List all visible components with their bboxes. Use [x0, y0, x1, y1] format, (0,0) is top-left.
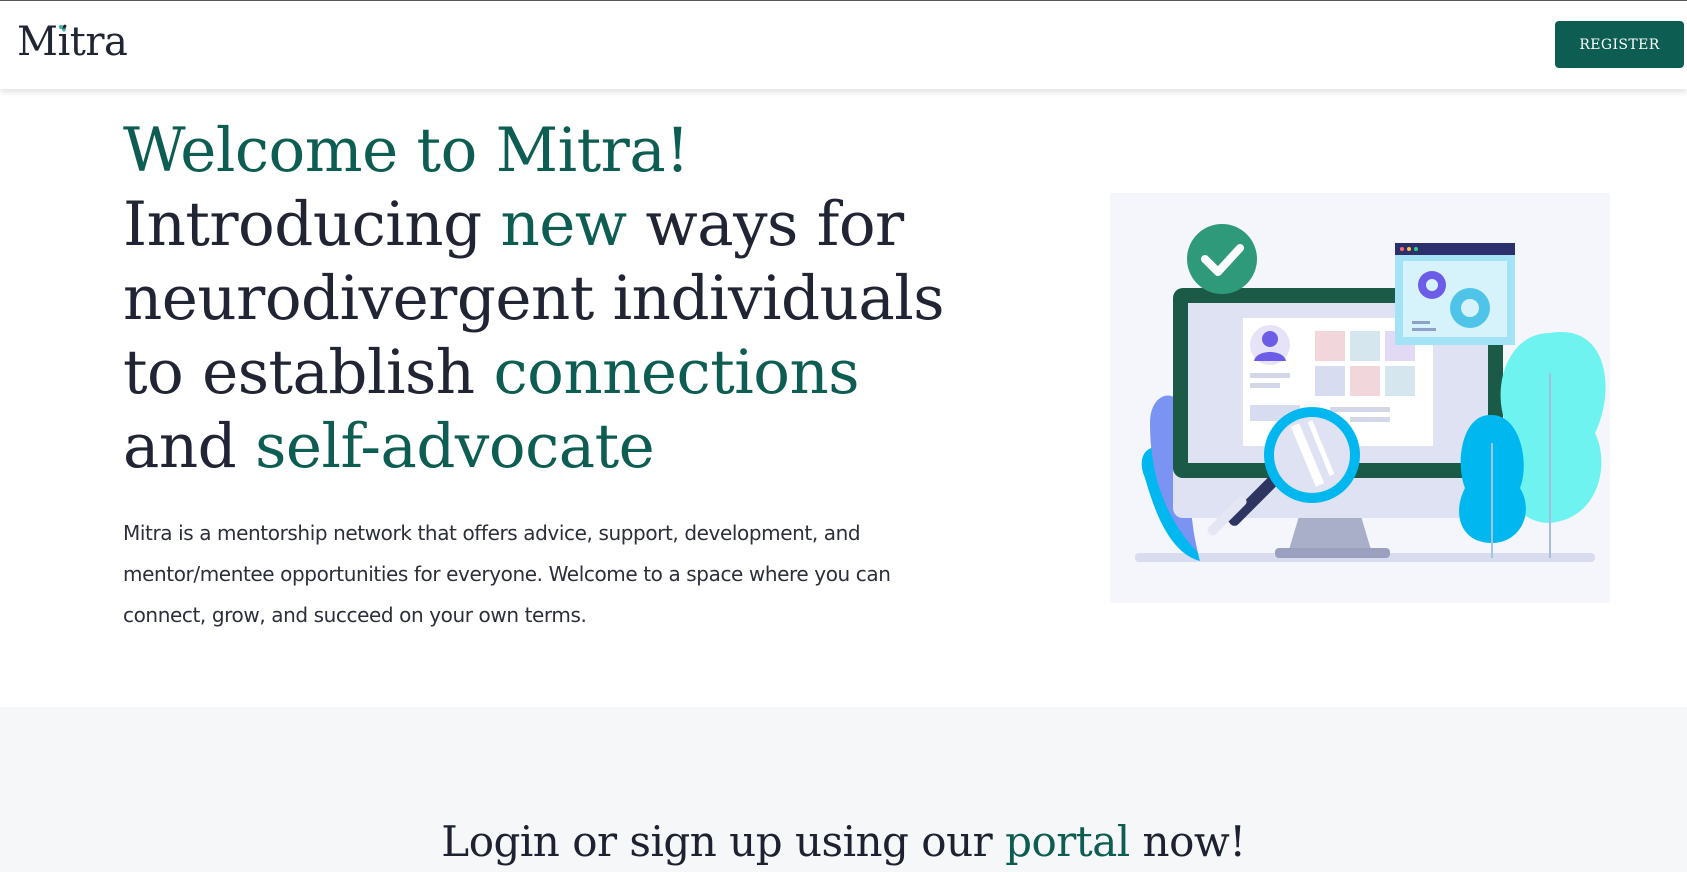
portal-link[interactable]: portal: [1005, 817, 1130, 866]
headline-text: ways for: [626, 189, 905, 260]
hero-section: Welcome to Mitra! Introducing new ways f…: [0, 89, 1687, 707]
portal-heading-text: Login or sign up using our: [441, 817, 1006, 866]
welcome-title: Welcome to Mitra!: [123, 115, 690, 186]
hero-intro-text: Mitra is a mentorship network that offer…: [123, 521, 891, 627]
headline-accent-self-advocate: self-advocate: [255, 411, 655, 482]
portal-heading: Login or sign up using our portal now!: [0, 817, 1687, 866]
headline-line-4: to establish connections: [123, 336, 973, 410]
headline-text: to establish: [123, 337, 494, 408]
headline-accent-connections: connections: [493, 337, 860, 408]
portal-section: Login or sign up using our portal now!: [0, 707, 1687, 872]
hero-headline: Welcome to Mitra! Introducing new ways f…: [123, 114, 973, 484]
navbar: Mitra REGISTER: [0, 1, 1687, 89]
monitor-magnifier-illustration: [1110, 193, 1610, 603]
portal-heading-text: now!: [1129, 817, 1247, 866]
headline-line-2: Introducing new ways for: [123, 188, 973, 262]
headline-text: Introducing: [123, 189, 501, 260]
headline-line-5: and self-advocate: [123, 410, 973, 484]
illustration-graphic: [1135, 224, 1606, 562]
logo-text: Mitra: [17, 19, 128, 65]
headline-text: and: [123, 411, 256, 482]
logo[interactable]: Mitra: [17, 19, 128, 65]
register-button[interactable]: REGISTER: [1555, 21, 1684, 68]
headline-accent-new: new: [500, 189, 628, 260]
logo-sparkle-icon: [59, 24, 67, 32]
headline-line-3: neurodivergent individuals: [123, 263, 945, 334]
